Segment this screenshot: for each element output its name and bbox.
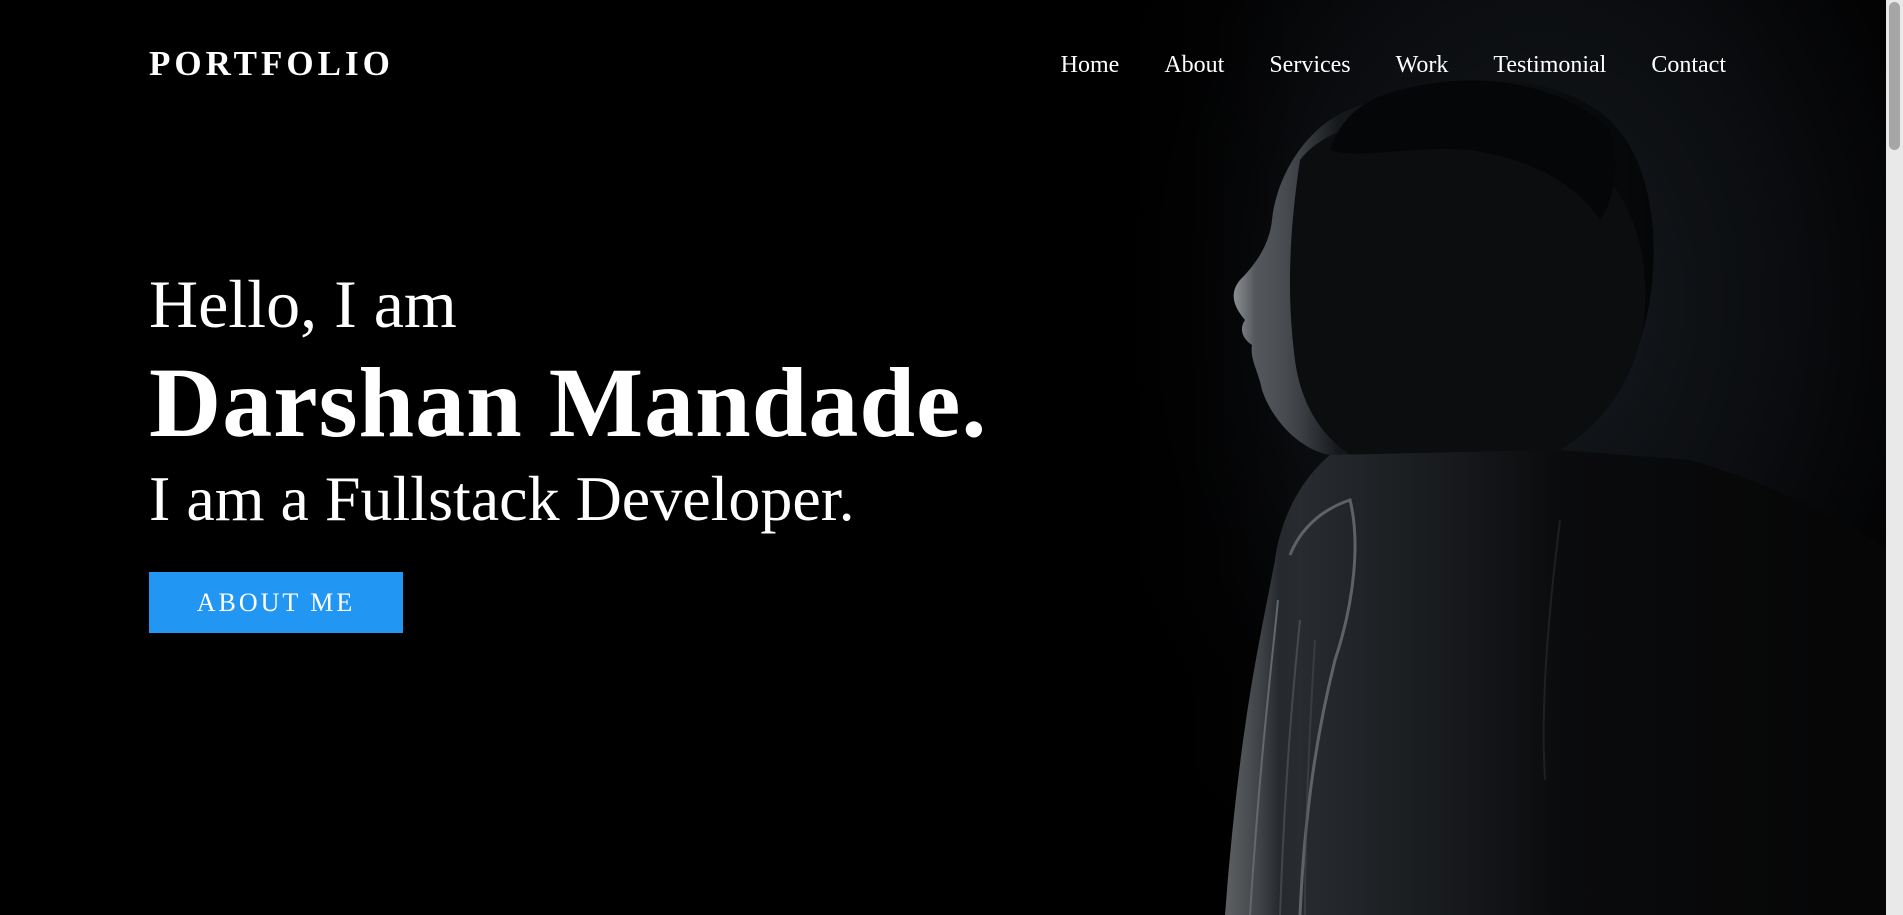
hero-role: I am a Fullstack Developer.	[149, 463, 855, 534]
about-me-button[interactable]: ABOUT ME	[149, 572, 403, 633]
hero-text: Hello, I am Darshan Mandade. I am a Full…	[149, 262, 987, 633]
hero-section: PORTFOLIO Home About Services Work Testi…	[0, 0, 1903, 915]
nav-item-services[interactable]: Services	[1269, 50, 1350, 80]
hero-name: Darshan Mandade.	[149, 347, 988, 458]
site-logo[interactable]: PORTFOLIO	[149, 44, 394, 84]
main-nav: Home About Services Work Testimonial Con…	[1061, 50, 1726, 80]
portrait-photo	[1000, 0, 1903, 915]
nav-item-home[interactable]: Home	[1061, 50, 1120, 80]
page-scrollbar[interactable]	[1886, 0, 1903, 915]
scrollbar-thumb[interactable]	[1889, 2, 1900, 150]
nav-item-testimonial[interactable]: Testimonial	[1493, 50, 1606, 80]
nav-item-contact[interactable]: Contact	[1651, 50, 1726, 80]
hero-greeting: Hello, I am	[149, 266, 457, 342]
nav-item-work[interactable]: Work	[1396, 50, 1449, 80]
nav-item-about[interactable]: About	[1164, 50, 1224, 80]
